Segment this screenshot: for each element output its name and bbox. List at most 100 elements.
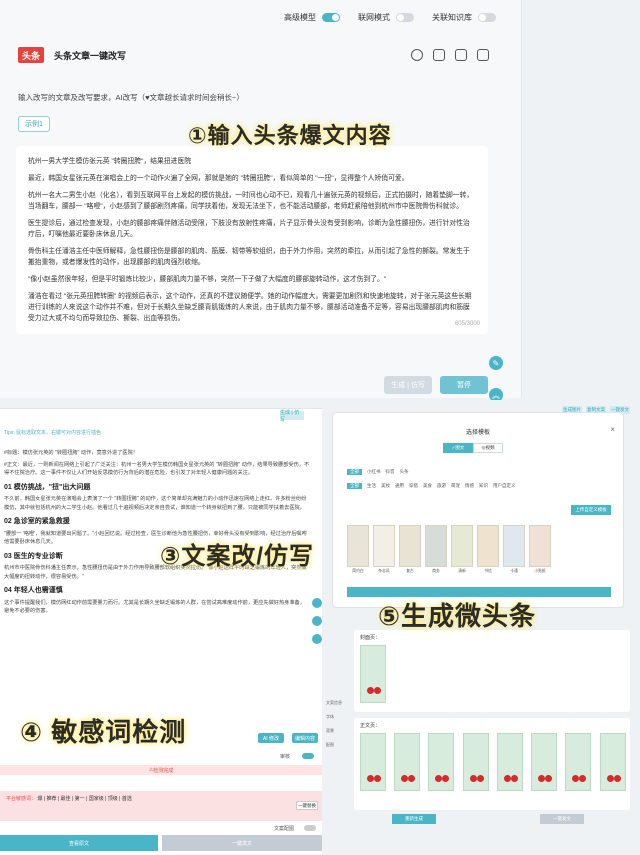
content-card[interactable] bbox=[428, 733, 455, 791]
toggle-switch[interactable] bbox=[478, 13, 496, 22]
image-switch[interactable] bbox=[304, 825, 316, 831]
toggle-web-mode[interactable]: 联网模式 bbox=[358, 12, 414, 23]
side-item[interactable]: 文案信息 bbox=[326, 696, 342, 710]
mode-tag: 生成 | 仿写 bbox=[280, 410, 304, 423]
template-option[interactable]: 复古 bbox=[399, 525, 421, 574]
cherry-image bbox=[572, 772, 587, 782]
video-option[interactable]: ◎视频 bbox=[473, 443, 503, 453]
cherry-image bbox=[367, 772, 381, 782]
chat-icon[interactable]: ✎ bbox=[489, 356, 503, 370]
edit-content-button[interactable]: 编辑内容 bbox=[292, 733, 318, 743]
template-option[interactable]: 商务 bbox=[425, 525, 447, 574]
filter-chip[interactable]: 抖音 bbox=[386, 469, 395, 475]
side-item[interactable]: 背景 bbox=[326, 724, 342, 738]
side-item[interactable]: 配图 bbox=[326, 738, 342, 752]
headset-icon[interactable] bbox=[312, 634, 322, 644]
filter-chip[interactable]: 美妆 bbox=[381, 483, 390, 489]
publish-micro-button[interactable]: 一键发文 bbox=[540, 814, 584, 824]
thumbs-up-icon[interactable] bbox=[433, 49, 445, 61]
toggle-label: 高级模型 bbox=[284, 13, 316, 22]
thumbs-down-icon[interactable] bbox=[455, 49, 467, 61]
section-heading: 04 年轻人也需谨慎 bbox=[4, 587, 63, 594]
bookmark-icon[interactable] bbox=[477, 49, 489, 61]
copy-icon[interactable] bbox=[312, 616, 322, 626]
filter-chip[interactable]: 美食 bbox=[423, 483, 432, 489]
toggle-label: 联网模式 bbox=[358, 13, 390, 22]
modal-title: 选择模板 bbox=[465, 430, 490, 436]
image-text-option[interactable]: ✓图文 bbox=[443, 443, 473, 453]
filter-chip[interactable]: 小红书 bbox=[367, 469, 381, 475]
template-caption: 杂志风 bbox=[378, 569, 390, 573]
toggle-switch[interactable] bbox=[322, 13, 340, 22]
output-title: #标题：模仿张元英的 "转圈扭胯" 动作，竟意外进了医院！ bbox=[4, 450, 138, 456]
generate-button[interactable]: 生成 | 仿写 bbox=[384, 376, 432, 394]
regenerate-button[interactable]: 重新生成 bbox=[392, 814, 436, 824]
replace-all-button[interactable]: 一键替换 bbox=[296, 801, 318, 810]
cover-cards bbox=[354, 645, 630, 705]
cherry-image bbox=[367, 684, 381, 694]
template-option[interactable]: 书信 bbox=[477, 525, 499, 574]
section-heading: 02 急诊室的紧急救援 bbox=[4, 518, 70, 525]
ai-edit-button[interactable]: AI 修改 bbox=[258, 733, 284, 743]
template-caption: 商务 bbox=[432, 569, 440, 573]
page-title: 头条文章一键改写 bbox=[54, 50, 127, 61]
settings-icon[interactable] bbox=[411, 49, 423, 61]
example-tab[interactable]: 示例1 bbox=[18, 116, 50, 132]
content-card[interactable] bbox=[531, 733, 558, 791]
filter-chip[interactable]: 通用 bbox=[395, 483, 404, 489]
category-filter: 全部 生活 美妆 通用 穿搭 美食 旅游 萌宠 情感 知识 用户自定义 bbox=[347, 483, 516, 489]
filter-chip[interactable]: 萌宠 bbox=[451, 483, 460, 489]
chat-icon[interactable] bbox=[312, 598, 322, 608]
content-card[interactable] bbox=[599, 733, 626, 791]
rewrite-output[interactable]: #标题：模仿张元英的 "转圈扭胯" 动作，竟意外进了医院！ #正文：最近，一则新… bbox=[4, 449, 310, 619]
cherry-image bbox=[503, 772, 518, 782]
template-thumbnail bbox=[399, 525, 421, 567]
template-thumbnail bbox=[477, 525, 499, 567]
template-option[interactable]: 卡通 bbox=[503, 525, 525, 574]
cherry-image bbox=[401, 772, 416, 782]
template-caption: 复古 bbox=[406, 569, 414, 573]
article-paragraph: 最近，韩国女星张元英在演唱会上的一个动作火遍了全网，那就是她的 "转圈扭胯"，看… bbox=[28, 175, 409, 182]
toggle-advanced-model[interactable]: 高级模型 bbox=[284, 12, 340, 23]
mode-toggles: 高级模型 联网模式 关联知识库 bbox=[284, 12, 496, 23]
template-option[interactable]: 杂志风 bbox=[373, 525, 395, 574]
content-card[interactable] bbox=[496, 733, 523, 791]
template-thumbnail bbox=[451, 525, 473, 567]
template-option[interactable]: 简约白 bbox=[347, 525, 369, 574]
content-card[interactable] bbox=[462, 733, 489, 791]
article-paragraph: 医生提诊后，通过检查发现，小赵的腰部疼痛伴随活动受限，下肢没有放射性疼痛，片子显… bbox=[28, 220, 470, 238]
publish-button[interactable]: 一键发文 bbox=[162, 835, 322, 851]
detect-status-bar: ⚠ 检测完成 bbox=[0, 765, 322, 775]
content-card[interactable] bbox=[394, 733, 421, 791]
toggle-switch[interactable] bbox=[396, 13, 414, 22]
pause-button[interactable]: 暂停 bbox=[440, 376, 488, 394]
filter-chip[interactable]: 全部 bbox=[347, 469, 362, 475]
filter-chip[interactable]: 知识 bbox=[479, 483, 488, 489]
view-original-button[interactable]: 查看原文 bbox=[0, 835, 158, 851]
side-item[interactable]: 字体 bbox=[326, 710, 342, 724]
close-icon[interactable]: × bbox=[610, 425, 615, 434]
review-switch[interactable] bbox=[302, 753, 314, 759]
filter-chip[interactable]: 旅游 bbox=[437, 483, 446, 489]
article-textarea[interactable]: 杭州一男大学生模仿张元英 "转圈扭胯"，结果扭进医院 最近，韩国女星张元英在演唱… bbox=[16, 146, 488, 334]
content-card[interactable] bbox=[360, 733, 386, 791]
template-caption: 小贴纸 bbox=[534, 569, 546, 573]
filter-chip[interactable]: 用户自定义 bbox=[493, 483, 516, 489]
template-option[interactable]: 清新 bbox=[451, 525, 473, 574]
upload-template-button[interactable]: 上传自定义模板 bbox=[571, 505, 611, 515]
filter-chip[interactable]: 穿搭 bbox=[409, 483, 418, 489]
template-thumbnail bbox=[503, 525, 525, 567]
filter-chip[interactable]: 头条 bbox=[400, 469, 409, 475]
filter-chip[interactable]: 生活 bbox=[367, 483, 376, 489]
template-modal: 选择模板 × ✓图文 ◎视频 全部 小红书 抖音 头条 全部 生活 美妆 通用 … bbox=[332, 412, 624, 608]
filter-chip[interactable]: 情感 bbox=[465, 483, 474, 489]
media-type-toggle: ✓图文 ◎视频 bbox=[443, 443, 503, 453]
article-paragraph: 杭州一名大二男生小赵（化名），看到互联网平台上发起的模仿挑战，一时间也心动不已，… bbox=[28, 192, 474, 210]
filter-chip[interactable]: 全部 bbox=[347, 483, 362, 489]
cover-card[interactable] bbox=[360, 645, 386, 703]
template-option[interactable]: 小贴纸 bbox=[529, 525, 551, 574]
toggle-knowledge-base[interactable]: 关联知识库 bbox=[432, 12, 496, 23]
annotation-step-1: ①输入头条爆文内容 bbox=[188, 123, 392, 148]
content-cards bbox=[354, 733, 630, 793]
content-card[interactable] bbox=[565, 733, 592, 791]
